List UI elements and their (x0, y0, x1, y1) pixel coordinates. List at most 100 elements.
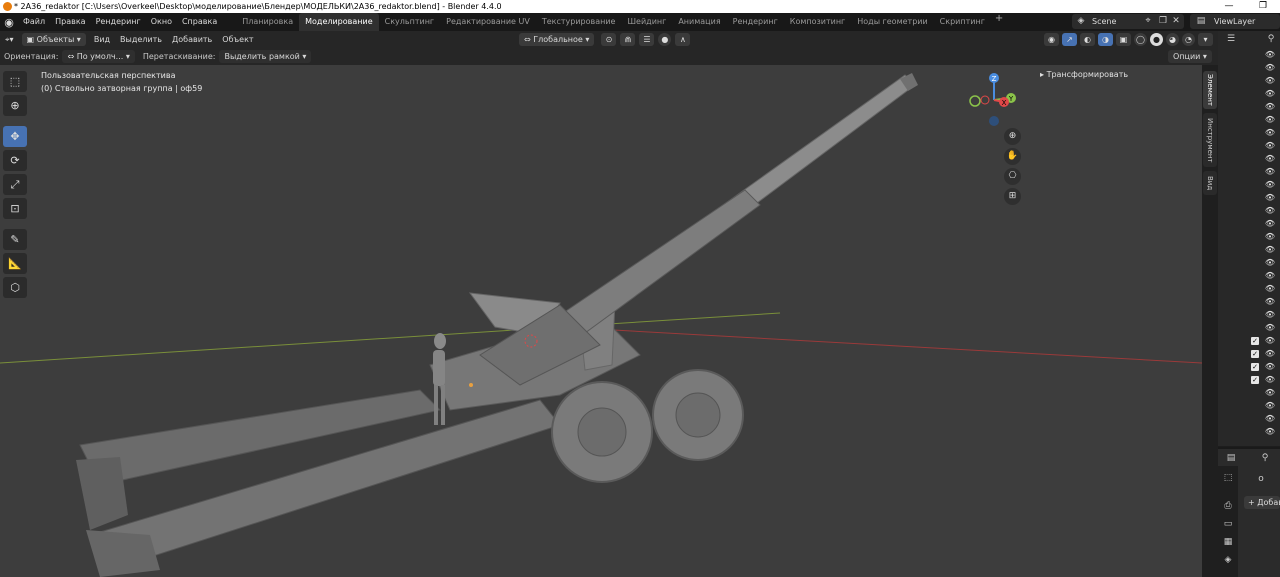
list-item[interactable]: ✓ 👁 (1218, 335, 1280, 348)
list-item[interactable]: 👁 (1218, 218, 1280, 231)
shading-solid-icon[interactable]: ● (1150, 33, 1163, 46)
list-item[interactable]: ✓ 👁 (1218, 361, 1280, 374)
zoom-icon[interactable]: ⊕ (1004, 128, 1021, 145)
maximize-button[interactable]: ❐ (1246, 0, 1280, 13)
mode-selector[interactable]: ▣ Объекты ▾ (21, 33, 86, 46)
shading-rendered-icon[interactable]: ◔ (1182, 33, 1195, 46)
eye-icon[interactable]: 👁 (1264, 323, 1276, 333)
transform-tool-icon[interactable]: ⊡ (3, 198, 27, 219)
checkbox[interactable]: ✓ (1251, 337, 1259, 345)
menu-help[interactable]: Справка (177, 13, 222, 31)
menu-render[interactable]: Рендеринг (91, 13, 146, 31)
tab-layout[interactable]: Планировка (236, 13, 299, 31)
eye-icon[interactable]: 👁 (1264, 427, 1276, 437)
list-item[interactable]: 👁 (1218, 309, 1280, 322)
outliner-panel[interactable]: ☰ ⚲ 👁 👁 👁 👁 👁 👁 👁 👁 👁 👁 👁 👁 👁 👁 👁 👁 👁 👁 … (1218, 31, 1280, 446)
tab-geometry-nodes[interactable]: Ноды геометрии (851, 13, 933, 31)
eye-icon[interactable]: 👁 (1264, 76, 1276, 86)
list-item[interactable]: 👁 (1218, 244, 1280, 257)
visibility-icon[interactable]: ◉ (1044, 33, 1059, 46)
filter-icon[interactable]: ⚲ (1266, 34, 1276, 44)
list-item[interactable]: 👁 (1218, 400, 1280, 413)
eye-icon[interactable]: 👁 (1264, 388, 1276, 398)
pivot-point-icon[interactable]: ⊙ (601, 33, 617, 46)
list-item[interactable]: 👁 (1218, 270, 1280, 283)
eye-icon[interactable]: 👁 (1264, 128, 1276, 138)
annotate-tool-icon[interactable]: ✎ (3, 229, 27, 250)
menu-window[interactable]: Окно (146, 13, 177, 31)
eye-icon[interactable]: 👁 (1264, 375, 1276, 385)
shading-options-icon[interactable]: ▾ (1198, 33, 1213, 46)
eye-icon[interactable]: 👁 (1264, 206, 1276, 216)
falloff-icon[interactable]: ∧ (675, 33, 691, 46)
blender-logo-icon[interactable]: ◉ (0, 13, 18, 31)
scale-tool-icon[interactable]: ⤢ (3, 174, 27, 195)
eye-icon[interactable]: 👁 (1264, 336, 1276, 346)
pin-icon[interactable]: ⌖ (1143, 16, 1153, 26)
eye-icon[interactable]: 👁 (1264, 50, 1276, 60)
overlay-icon[interactable]: ◐ (1080, 33, 1095, 46)
list-item[interactable]: 👁 (1218, 283, 1280, 296)
snap-icon[interactable]: ⋒ (620, 33, 636, 46)
checkbox[interactable]: ✓ (1251, 350, 1259, 358)
orientation-selector[interactable]: ⇔ По умолч... ▾ (62, 50, 135, 63)
list-item[interactable]: 👁 (1218, 192, 1280, 205)
list-item[interactable]: 👁 (1218, 166, 1280, 179)
perspective-toggle-icon[interactable]: ⊞ (1004, 188, 1021, 205)
list-item[interactable]: 👁 (1218, 387, 1280, 400)
shading-wireframe-icon[interactable]: ◯ (1134, 33, 1147, 46)
eye-icon[interactable]: 👁 (1264, 102, 1276, 112)
proportional-edit-icon[interactable]: ● (658, 33, 672, 46)
tab-scripting[interactable]: Скриптинг (934, 13, 991, 31)
list-item[interactable]: 👁 (1218, 257, 1280, 270)
eye-icon[interactable]: 👁 (1264, 167, 1276, 177)
eye-icon[interactable]: 👁 (1264, 232, 1276, 242)
eye-icon[interactable]: 👁 (1264, 115, 1276, 125)
tab-rendering[interactable]: Рендеринг (727, 13, 784, 31)
3d-viewport[interactable]: Пользовательская перспектива (0) Ствольн… (0, 65, 1202, 577)
menu-view[interactable]: Вид (89, 31, 115, 48)
scene-properties-icon[interactable]: ◈ (1222, 554, 1234, 566)
properties-editor-icon[interactable]: ▤ (1226, 453, 1236, 463)
measure-tool-icon[interactable]: 📐 (3, 253, 27, 274)
xray-icon[interactable]: ▣ (1116, 33, 1131, 46)
eye-icon[interactable]: 👁 (1264, 362, 1276, 372)
list-item[interactable]: 👁 (1218, 179, 1280, 192)
eye-icon[interactable]: 👁 (1264, 154, 1276, 164)
drag-selector[interactable]: Выделить рамкой ▾ (219, 50, 312, 63)
new-scene-icon[interactable]: ❐ (1158, 16, 1168, 26)
eye-icon[interactable]: 👁 (1264, 310, 1276, 320)
list-item[interactable]: 👁 (1218, 153, 1280, 166)
camera-view-icon[interactable]: ⎔ (1004, 168, 1021, 185)
overlay-toggle-icon[interactable]: ◑ (1098, 33, 1113, 46)
eye-icon[interactable]: 👁 (1264, 349, 1276, 359)
tab-shading[interactable]: Шейдинг (621, 13, 672, 31)
eye-icon[interactable]: 👁 (1264, 141, 1276, 151)
move-tool-icon[interactable]: ✥ (3, 126, 27, 147)
list-item[interactable]: 👁 (1218, 49, 1280, 62)
tab-compositing[interactable]: Композитинг (784, 13, 851, 31)
render-properties-icon[interactable]: ⎙ (1222, 500, 1234, 512)
navigation-gizmo[interactable]: Z Y X (966, 70, 1016, 130)
list-item[interactable]: 👁 (1218, 413, 1280, 426)
cursor-tool-icon[interactable]: ⊕ (3, 95, 27, 116)
gizmo-toggle-icon[interactable]: ↗ (1062, 33, 1077, 46)
list-item[interactable]: 👁 (1218, 231, 1280, 244)
properties-search-icon[interactable]: ⚲ (1260, 453, 1270, 463)
select-box-tool-icon[interactable]: ⬚ (3, 71, 27, 92)
output-properties-icon[interactable]: ▭ (1222, 518, 1234, 530)
menu-object[interactable]: Объект (217, 31, 258, 48)
eye-icon[interactable]: 👁 (1264, 401, 1276, 411)
list-item[interactable]: 👁 (1218, 296, 1280, 309)
list-item[interactable]: 👁 (1218, 101, 1280, 114)
eye-icon[interactable]: 👁 (1264, 89, 1276, 99)
eye-icon[interactable]: 👁 (1264, 219, 1276, 229)
eye-icon[interactable]: 👁 (1264, 414, 1276, 424)
snap-target-icon[interactable]: ☰ (639, 33, 655, 46)
tab-item[interactable]: Элемент (1203, 71, 1217, 109)
tab-view[interactable]: Вид (1203, 171, 1217, 195)
view-layer-properties-icon[interactable]: ▦ (1222, 536, 1234, 548)
add-workspace-button[interactable]: + (991, 13, 1007, 31)
menu-select[interactable]: Выделить (115, 31, 167, 48)
list-item[interactable]: 👁 (1218, 75, 1280, 88)
